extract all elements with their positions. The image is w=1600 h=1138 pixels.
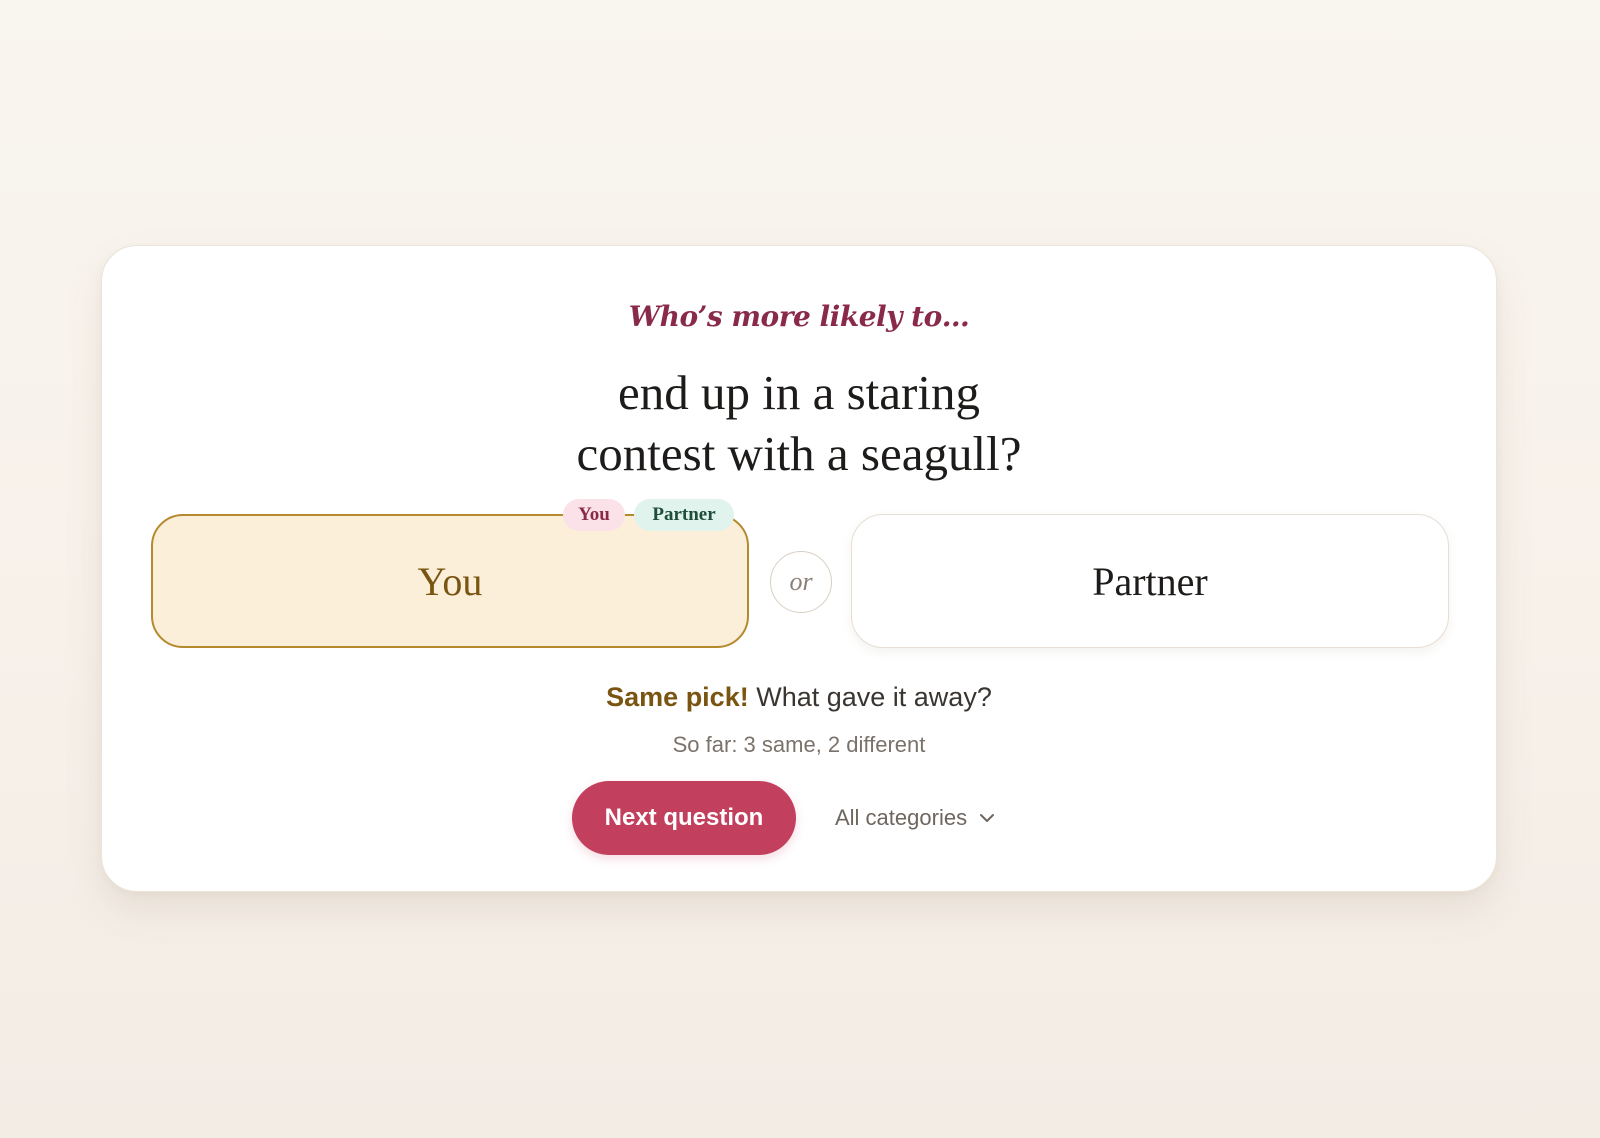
choice-partner-label: Partner xyxy=(1092,558,1208,604)
question-line-1: end up in a staring xyxy=(618,365,980,420)
next-question-button[interactable]: Next question xyxy=(572,781,796,855)
category-dropdown-label: All categories xyxy=(835,805,968,830)
or-separator: or xyxy=(770,551,832,613)
question-line-2: contest with a seagull? xyxy=(576,426,1022,481)
chevron-down-icon xyxy=(979,813,995,823)
result-message: Same pick! What gave it away? xyxy=(102,682,1496,713)
score-tally: So far: 3 same, 2 different xyxy=(672,732,926,757)
choice-you-label: You xyxy=(417,558,483,604)
result-followup: What gave it away? xyxy=(748,682,992,712)
prompt-eyebrow: Who’s more likely to… xyxy=(628,300,970,333)
partner-pick-badge: Partner xyxy=(634,499,734,531)
category-dropdown[interactable]: All categories xyxy=(835,801,995,835)
question-card: Who’s more likely to… end up in a starin… xyxy=(101,245,1497,892)
you-pick-badge: You xyxy=(563,499,625,531)
question-text: end up in a staring contest with a seagu… xyxy=(102,362,1496,484)
choice-partner-button[interactable]: Partner xyxy=(851,514,1449,648)
same-pick-highlight: Same pick! xyxy=(606,682,749,712)
choice-you-button[interactable]: You xyxy=(151,514,749,648)
